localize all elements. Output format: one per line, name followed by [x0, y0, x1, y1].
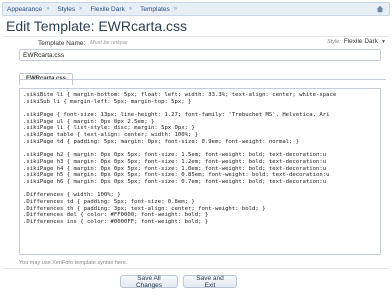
code-line[interactable]: .sikiPage h6 { margin: 0px 0px 5px; font… — [23, 179, 377, 186]
breadcrumb-item-appearance[interactable]: Appearance » — [7, 6, 49, 13]
code-line[interactable] — [23, 186, 377, 193]
code-line[interactable]: .sikiPage h5 { margin: 0px 0px 5px; font… — [23, 172, 377, 179]
breadcrumb-label[interactable]: Flexile Dark — [90, 6, 124, 13]
code-line[interactable]: .sikiPage td { padding: 5px; margin: 0px… — [23, 139, 377, 146]
chevron-down-icon[interactable]: ▼ — [381, 39, 386, 45]
code-line[interactable]: .Differences th { padding: 3px; text-ali… — [23, 206, 377, 213]
code-line[interactable]: .sikiPage h2 { margin: 0px 0px 5px; font… — [23, 152, 377, 159]
code-line[interactable]: .sikiPage li { list-style: disc; margin:… — [23, 125, 377, 132]
code-line[interactable]: .sikiPage h3 { margin: 0px 0px 5px; font… — [23, 159, 377, 166]
style-select-value[interactable]: Flexile Dark — [344, 38, 378, 45]
breadcrumb-label[interactable]: Styles — [57, 6, 75, 13]
home-icon[interactable] — [376, 5, 384, 13]
tab-divider — [19, 79, 386, 80]
code-line[interactable]: .sikiPage ul { margin: 0px 0px 2.5em; } — [23, 119, 377, 126]
style-select-label: Style: — [326, 38, 341, 45]
save-and-exit-button[interactable]: Save and Exit — [183, 275, 237, 289]
code-editor[interactable]: .sikiBite li { margin-bottom: 5px; float… — [19, 88, 381, 255]
syntax-help-text: You may use XenForo template syntax here… — [19, 260, 128, 266]
code-line[interactable]: .Differences { width: 100%; } — [23, 192, 377, 199]
code-line[interactable]: .Differences del { color: #FF0000; font-… — [23, 212, 377, 219]
breadcrumb-separator: » — [46, 6, 50, 12]
breadcrumb-item-styles[interactable]: Styles » — [57, 6, 82, 13]
code-line[interactable] — [23, 105, 377, 112]
breadcrumb-separator: » — [79, 6, 83, 12]
breadcrumb: Appearance » Styles » Flexile Dark » Tem… — [2, 2, 390, 16]
code-line[interactable]: .sikiBite li { margin-bottom: 5px; float… — [23, 92, 377, 99]
code-line[interactable]: .Differences td { padding: 5px; font-siz… — [23, 199, 377, 206]
template-name-input[interactable] — [19, 49, 381, 61]
breadcrumb-label[interactable]: Templates — [140, 6, 170, 13]
template-name-hint: Must be unique — [90, 40, 128, 46]
style-select[interactable]: Style: Flexile Dark ▼ — [327, 38, 386, 45]
save-all-changes-button[interactable]: Save All Changes — [120, 275, 178, 289]
breadcrumb-label[interactable]: Appearance — [7, 6, 42, 13]
editor-tabs: EWRcarta.css — [19, 67, 74, 85]
breadcrumb-separator: » — [173, 6, 178, 12]
breadcrumb-item-templates[interactable]: Templates » — [140, 6, 177, 13]
code-line[interactable]: .sikiPage { font-size: 13px; line-height… — [23, 112, 377, 119]
code-line[interactable]: .Differences ins { color: #0000FF; font-… — [23, 219, 377, 226]
page-title: Edit Template: EWRcarta.css — [6, 18, 188, 34]
breadcrumb-item-style[interactable]: Flexile Dark » — [90, 6, 132, 13]
code-line[interactable]: .sikiSub li { margin-left: 5px; margin-t… — [23, 99, 377, 106]
code-line[interactable] — [23, 146, 377, 153]
breadcrumb-separator: » — [128, 6, 133, 12]
code-line[interactable]: .sikiPage h4 { margin: 0px 0px 5px; font… — [23, 166, 377, 173]
code-line[interactable]: .sikiPage table { text-align: center; wi… — [23, 132, 377, 139]
template-name-label: Template Name: — [38, 40, 86, 47]
title-divider — [2, 36, 390, 37]
